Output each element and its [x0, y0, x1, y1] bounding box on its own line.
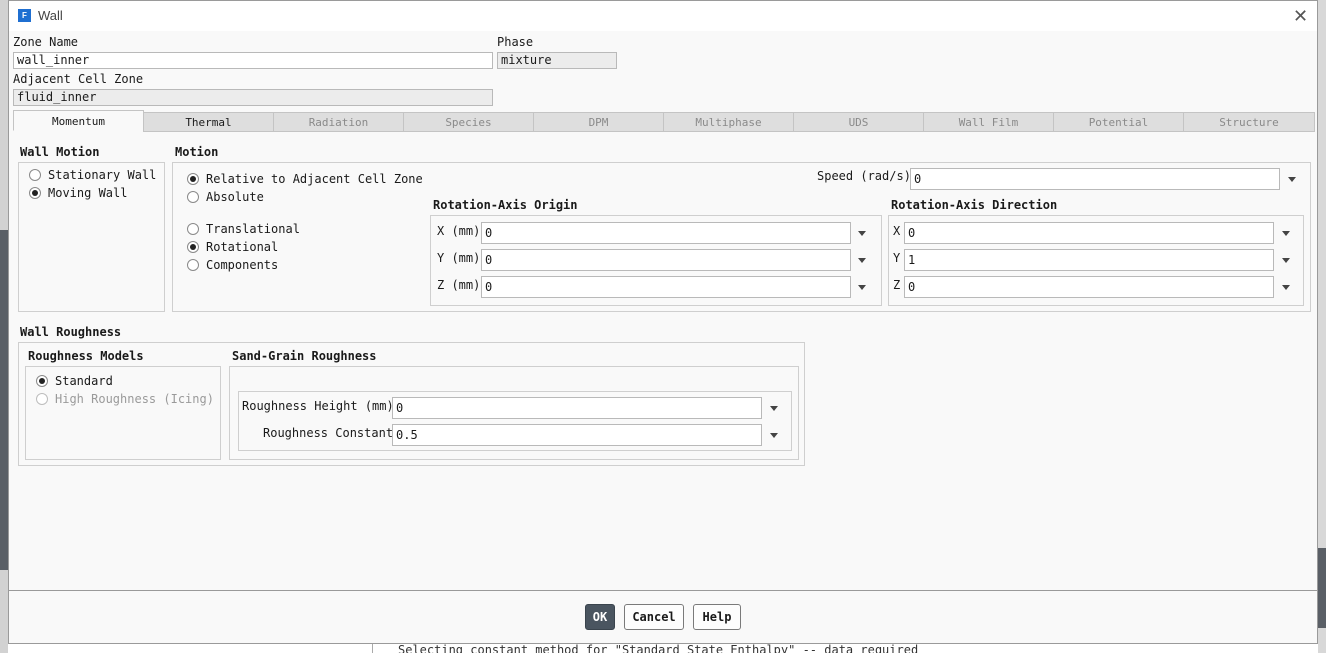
- ok-button[interactable]: OK: [585, 604, 615, 630]
- rotation-axis-direction-group: X 0 Y 1 Z 0: [888, 215, 1304, 306]
- origin-z-dropdown-icon[interactable]: [858, 285, 866, 290]
- tab-structure[interactable]: Structure: [1183, 112, 1315, 132]
- zone-name-input[interactable]: wall_inner: [13, 52, 493, 69]
- components-radio[interactable]: [187, 259, 199, 271]
- wall-motion-title: Wall Motion: [20, 145, 100, 159]
- components-label: Components: [206, 258, 279, 272]
- origin-y-dropdown-icon[interactable]: [858, 258, 866, 263]
- phase-label: Phase: [497, 35, 534, 49]
- tab-dpm[interactable]: DPM: [533, 112, 664, 132]
- direction-z-dropdown-icon[interactable]: [1282, 285, 1290, 290]
- background-console: Selecting constant method for "Standard …: [8, 644, 1318, 653]
- wall-roughness-group: Roughness Models Standard High Roughness…: [18, 342, 805, 466]
- origin-z-label: Z (mm): [437, 278, 481, 292]
- roughness-constant-label: Roughness Constant: [263, 426, 394, 440]
- speed-input[interactable]: 0: [910, 168, 1280, 190]
- tab-radiation[interactable]: Radiation: [273, 112, 404, 132]
- tab-wall-film[interactable]: Wall Film: [923, 112, 1054, 132]
- moving-wall-radio[interactable]: [29, 187, 41, 199]
- stationary-wall-radio[interactable]: [29, 169, 41, 181]
- roughness-height-dropdown-icon[interactable]: [770, 406, 778, 411]
- motion-group: Relative to Adjacent Cell Zone Absolute …: [172, 162, 1311, 312]
- footer-divider: [9, 590, 1317, 591]
- origin-y-label: Y (mm): [437, 251, 481, 265]
- tab-momentum[interactable]: Momentum: [13, 110, 144, 131]
- speed-dropdown-icon[interactable]: [1288, 177, 1296, 182]
- roughness-models-title: Roughness Models: [28, 349, 144, 363]
- motion-title: Motion: [175, 145, 219, 159]
- rotation-axis-origin-group: X (mm) 0 Y (mm) 0 Z (mm) 0: [430, 215, 882, 306]
- translational-label: Translational: [206, 222, 300, 236]
- wall-dialog: F Wall ✕ Zone Name wall_inner Phase mixt…: [8, 0, 1318, 644]
- zone-name-label: Zone Name: [13, 35, 79, 49]
- sand-grain-inner-group: Roughness Height (mm) 0 Roughness Consta…: [238, 391, 792, 451]
- console-text: Selecting constant method for "Standard …: [398, 644, 919, 653]
- relative-label: Relative to Adjacent Cell Zone: [206, 172, 423, 186]
- title-bar: F Wall ✕: [9, 1, 1317, 31]
- wall-motion-group: Stationary Wall Moving Wall: [18, 162, 165, 312]
- origin-x-label: X (mm): [437, 224, 481, 238]
- absolute-radio[interactable]: [187, 191, 199, 203]
- window-title: Wall: [38, 8, 63, 23]
- rotational-label: Rotational: [206, 240, 279, 254]
- cancel-button[interactable]: Cancel: [624, 604, 684, 630]
- adjacent-cell-zone-field: fluid_inner: [13, 89, 493, 106]
- sand-grain-title: Sand-Grain Roughness: [232, 349, 377, 363]
- direction-x-label: X: [893, 224, 901, 238]
- origin-y-input[interactable]: 0: [481, 249, 851, 271]
- direction-x-dropdown-icon[interactable]: [1282, 231, 1290, 236]
- roughness-height-label: Roughness Height (mm): [242, 399, 394, 413]
- roughness-models-group: Standard High Roughness (Icing): [25, 366, 221, 460]
- standard-label: Standard: [55, 374, 113, 388]
- origin-z-input[interactable]: 0: [481, 276, 851, 298]
- tab-multiphase[interactable]: Multiphase: [663, 112, 794, 132]
- close-icon[interactable]: ✕: [1293, 6, 1308, 27]
- high-roughness-radio[interactable]: [36, 393, 48, 405]
- stationary-wall-label: Stationary Wall: [48, 168, 157, 182]
- origin-x-input[interactable]: 0: [481, 222, 851, 244]
- background-panel-left: [0, 0, 8, 653]
- translational-radio[interactable]: [187, 223, 199, 235]
- direction-x-input[interactable]: 0: [904, 222, 1274, 244]
- phase-field: mixture: [497, 52, 617, 69]
- tab-uds[interactable]: UDS: [793, 112, 924, 132]
- help-button[interactable]: Help: [693, 604, 741, 630]
- background-panel-right: [1318, 0, 1326, 653]
- moving-wall-label: Moving Wall: [48, 186, 128, 200]
- standard-radio[interactable]: [36, 375, 48, 387]
- absolute-label: Absolute: [206, 190, 264, 204]
- relative-radio[interactable]: [187, 173, 199, 185]
- rotation-axis-origin-title: Rotation-Axis Origin: [433, 198, 578, 212]
- direction-y-label: Y: [893, 251, 901, 265]
- direction-z-label: Z: [893, 278, 901, 292]
- fluent-app-icon: F: [18, 9, 31, 22]
- direction-z-input[interactable]: 0: [904, 276, 1274, 298]
- tab-species[interactable]: Species: [403, 112, 534, 132]
- roughness-constant-input[interactable]: 0.5: [392, 424, 762, 446]
- tab-bar: Momentum Thermal Radiation Species DPM M…: [13, 110, 1315, 132]
- wall-roughness-title: Wall Roughness: [20, 325, 122, 339]
- sand-grain-group: Roughness Height (mm) 0 Roughness Consta…: [229, 366, 799, 460]
- direction-y-dropdown-icon[interactable]: [1282, 258, 1290, 263]
- tab-potential[interactable]: Potential: [1053, 112, 1184, 132]
- roughness-constant-dropdown-icon[interactable]: [770, 433, 778, 438]
- rotational-radio[interactable]: [187, 241, 199, 253]
- rotation-axis-direction-title: Rotation-Axis Direction: [891, 198, 1058, 212]
- origin-x-dropdown-icon[interactable]: [858, 231, 866, 236]
- tab-thermal[interactable]: Thermal: [143, 112, 274, 132]
- speed-label: Speed (rad/s): [817, 169, 911, 183]
- high-roughness-label: High Roughness (Icing): [55, 392, 214, 406]
- adjacent-cell-zone-label: Adjacent Cell Zone: [13, 72, 144, 86]
- direction-y-input[interactable]: 1: [904, 249, 1274, 271]
- roughness-height-input[interactable]: 0: [392, 397, 762, 419]
